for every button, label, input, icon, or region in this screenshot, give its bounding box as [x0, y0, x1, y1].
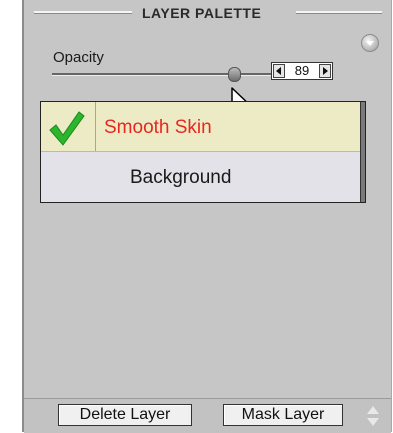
title-rule-right [296, 11, 382, 14]
palette-titlebar[interactable]: LAYER PALETTE [24, 2, 391, 22]
layer-name: Smooth Skin [104, 117, 212, 138]
title-rule-left [34, 11, 132, 14]
up-down-arrows-icon[interactable] [365, 406, 381, 428]
layer-visibility-toggle[interactable] [41, 102, 96, 151]
layer-list-scrollbar[interactable] [360, 102, 365, 202]
triangle-left-icon[interactable] [273, 64, 285, 78]
palette-title: LAYER PALETTE [142, 5, 262, 21]
triangle-right-icon[interactable] [319, 64, 331, 78]
opacity-slider-thumb[interactable] [228, 67, 241, 82]
layer-palette-panel: LAYER PALETTE Opacity 89 Smooth Skin Bac… [22, 0, 392, 433]
delete-layer-button[interactable]: Delete Layer [58, 404, 192, 426]
opacity-value[interactable]: 89 [286, 63, 318, 79]
opacity-stepper[interactable]: 89 [271, 62, 333, 80]
mask-layer-button[interactable]: Mask Layer [223, 404, 343, 426]
opacity-label: Opacity [53, 49, 104, 66]
palette-footer: Delete Layer Mask Layer [24, 398, 391, 433]
palette-menu-chevron-down-icon[interactable] [361, 34, 379, 52]
layer-row-background[interactable]: Background [41, 152, 361, 202]
layer-name: Background [130, 167, 232, 188]
layer-row-smooth-skin[interactable]: Smooth Skin [41, 102, 361, 152]
checkmark-icon [49, 111, 85, 146]
layer-list: Smooth Skin Background [40, 101, 366, 203]
